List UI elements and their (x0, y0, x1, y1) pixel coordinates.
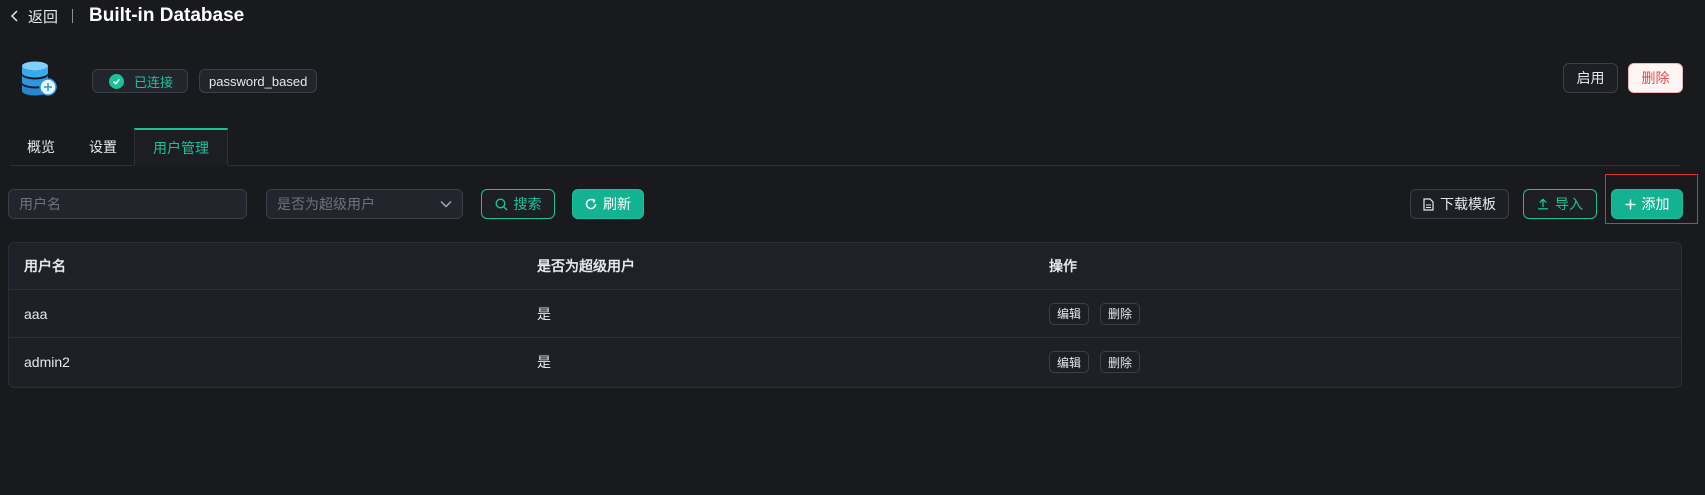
add-user-button[interactable]: 添加 (1611, 189, 1683, 219)
refresh-button[interactable]: 刷新 (572, 189, 644, 219)
actions-cell: 编辑 删除 (1034, 351, 1681, 373)
users-table: 用户名 是否为超级用户 操作 aaa 是 编辑 删除 admin2 是 编辑 删… (8, 242, 1682, 388)
upload-icon (1537, 198, 1549, 210)
connection-status-badge: 已连接 (92, 69, 189, 93)
delete-user-button[interactable]: 删除 (1100, 351, 1141, 373)
status-text: 已连接 (134, 74, 174, 90)
table-row: admin2 是 编辑 删除 (9, 338, 1681, 386)
toolbar-right: 下载模板 导入 添加 (1410, 189, 1683, 219)
search-button[interactable]: 搜索 (481, 189, 555, 219)
enable-button[interactable]: 启用 (1563, 63, 1618, 93)
column-header-superuser: 是否为超级用户 (537, 258, 635, 274)
document-icon (1423, 197, 1434, 211)
database-info-row: 已连接 password_based (20, 60, 318, 102)
tab-bar: 概览 设置 用户管理 (10, 128, 1681, 166)
chevron-left-icon (10, 10, 20, 22)
search-icon (494, 197, 508, 211)
title-divider (72, 9, 74, 23)
plus-icon (1625, 199, 1636, 210)
superuser-cell: 是 (537, 354, 551, 370)
superuser-select-placeholder: 是否为超级用户 (277, 196, 375, 212)
tab-overview[interactable]: 概览 (10, 128, 72, 166)
add-label: 添加 (1641, 196, 1670, 212)
username-search-input[interactable] (8, 189, 247, 219)
refresh-label: 刷新 (603, 196, 631, 212)
auth-type-badge: password_based (199, 69, 318, 93)
chevron-down-icon (440, 200, 452, 208)
table-row: aaa 是 编辑 删除 (9, 290, 1681, 338)
table-header-row: 用户名 是否为超级用户 操作 (9, 243, 1681, 290)
search-label: 搜索 (513, 196, 542, 212)
back-button[interactable]: 返回 (10, 6, 58, 27)
database-icon (20, 60, 62, 102)
check-circle-icon (109, 73, 124, 89)
actions-cell: 编辑 删除 (1034, 302, 1681, 325)
import-label: 导入 (1555, 196, 1583, 212)
column-header-actions: 操作 (1049, 258, 1077, 274)
download-template-label: 下载模板 (1440, 196, 1496, 212)
back-label: 返回 (28, 8, 59, 26)
username-cell: aaa (24, 305, 48, 322)
delete-database-button[interactable]: 删除 (1628, 63, 1683, 93)
top-bar: 返回 Built-in Database (10, 3, 244, 29)
tab-user-management[interactable]: 用户管理 (134, 128, 228, 166)
page-title: Built-in Database (89, 5, 245, 26)
edit-button[interactable]: 编辑 (1049, 302, 1090, 325)
superuser-select[interactable]: 是否为超级用户 (266, 189, 463, 219)
import-button[interactable]: 导入 (1523, 189, 1597, 219)
header-actions: 启用 删除 (1563, 63, 1683, 93)
superuser-cell: 是 (537, 305, 551, 322)
delete-user-button[interactable]: 删除 (1100, 302, 1141, 325)
download-template-button[interactable]: 下载模板 (1410, 189, 1509, 219)
column-header-username: 用户名 (24, 258, 66, 274)
username-cell: admin2 (24, 354, 70, 370)
edit-button[interactable]: 编辑 (1049, 351, 1090, 373)
filter-bar: 是否为超级用户 搜索 刷新 (8, 189, 644, 219)
refresh-icon (585, 198, 597, 210)
tab-settings[interactable]: 设置 (72, 128, 134, 166)
